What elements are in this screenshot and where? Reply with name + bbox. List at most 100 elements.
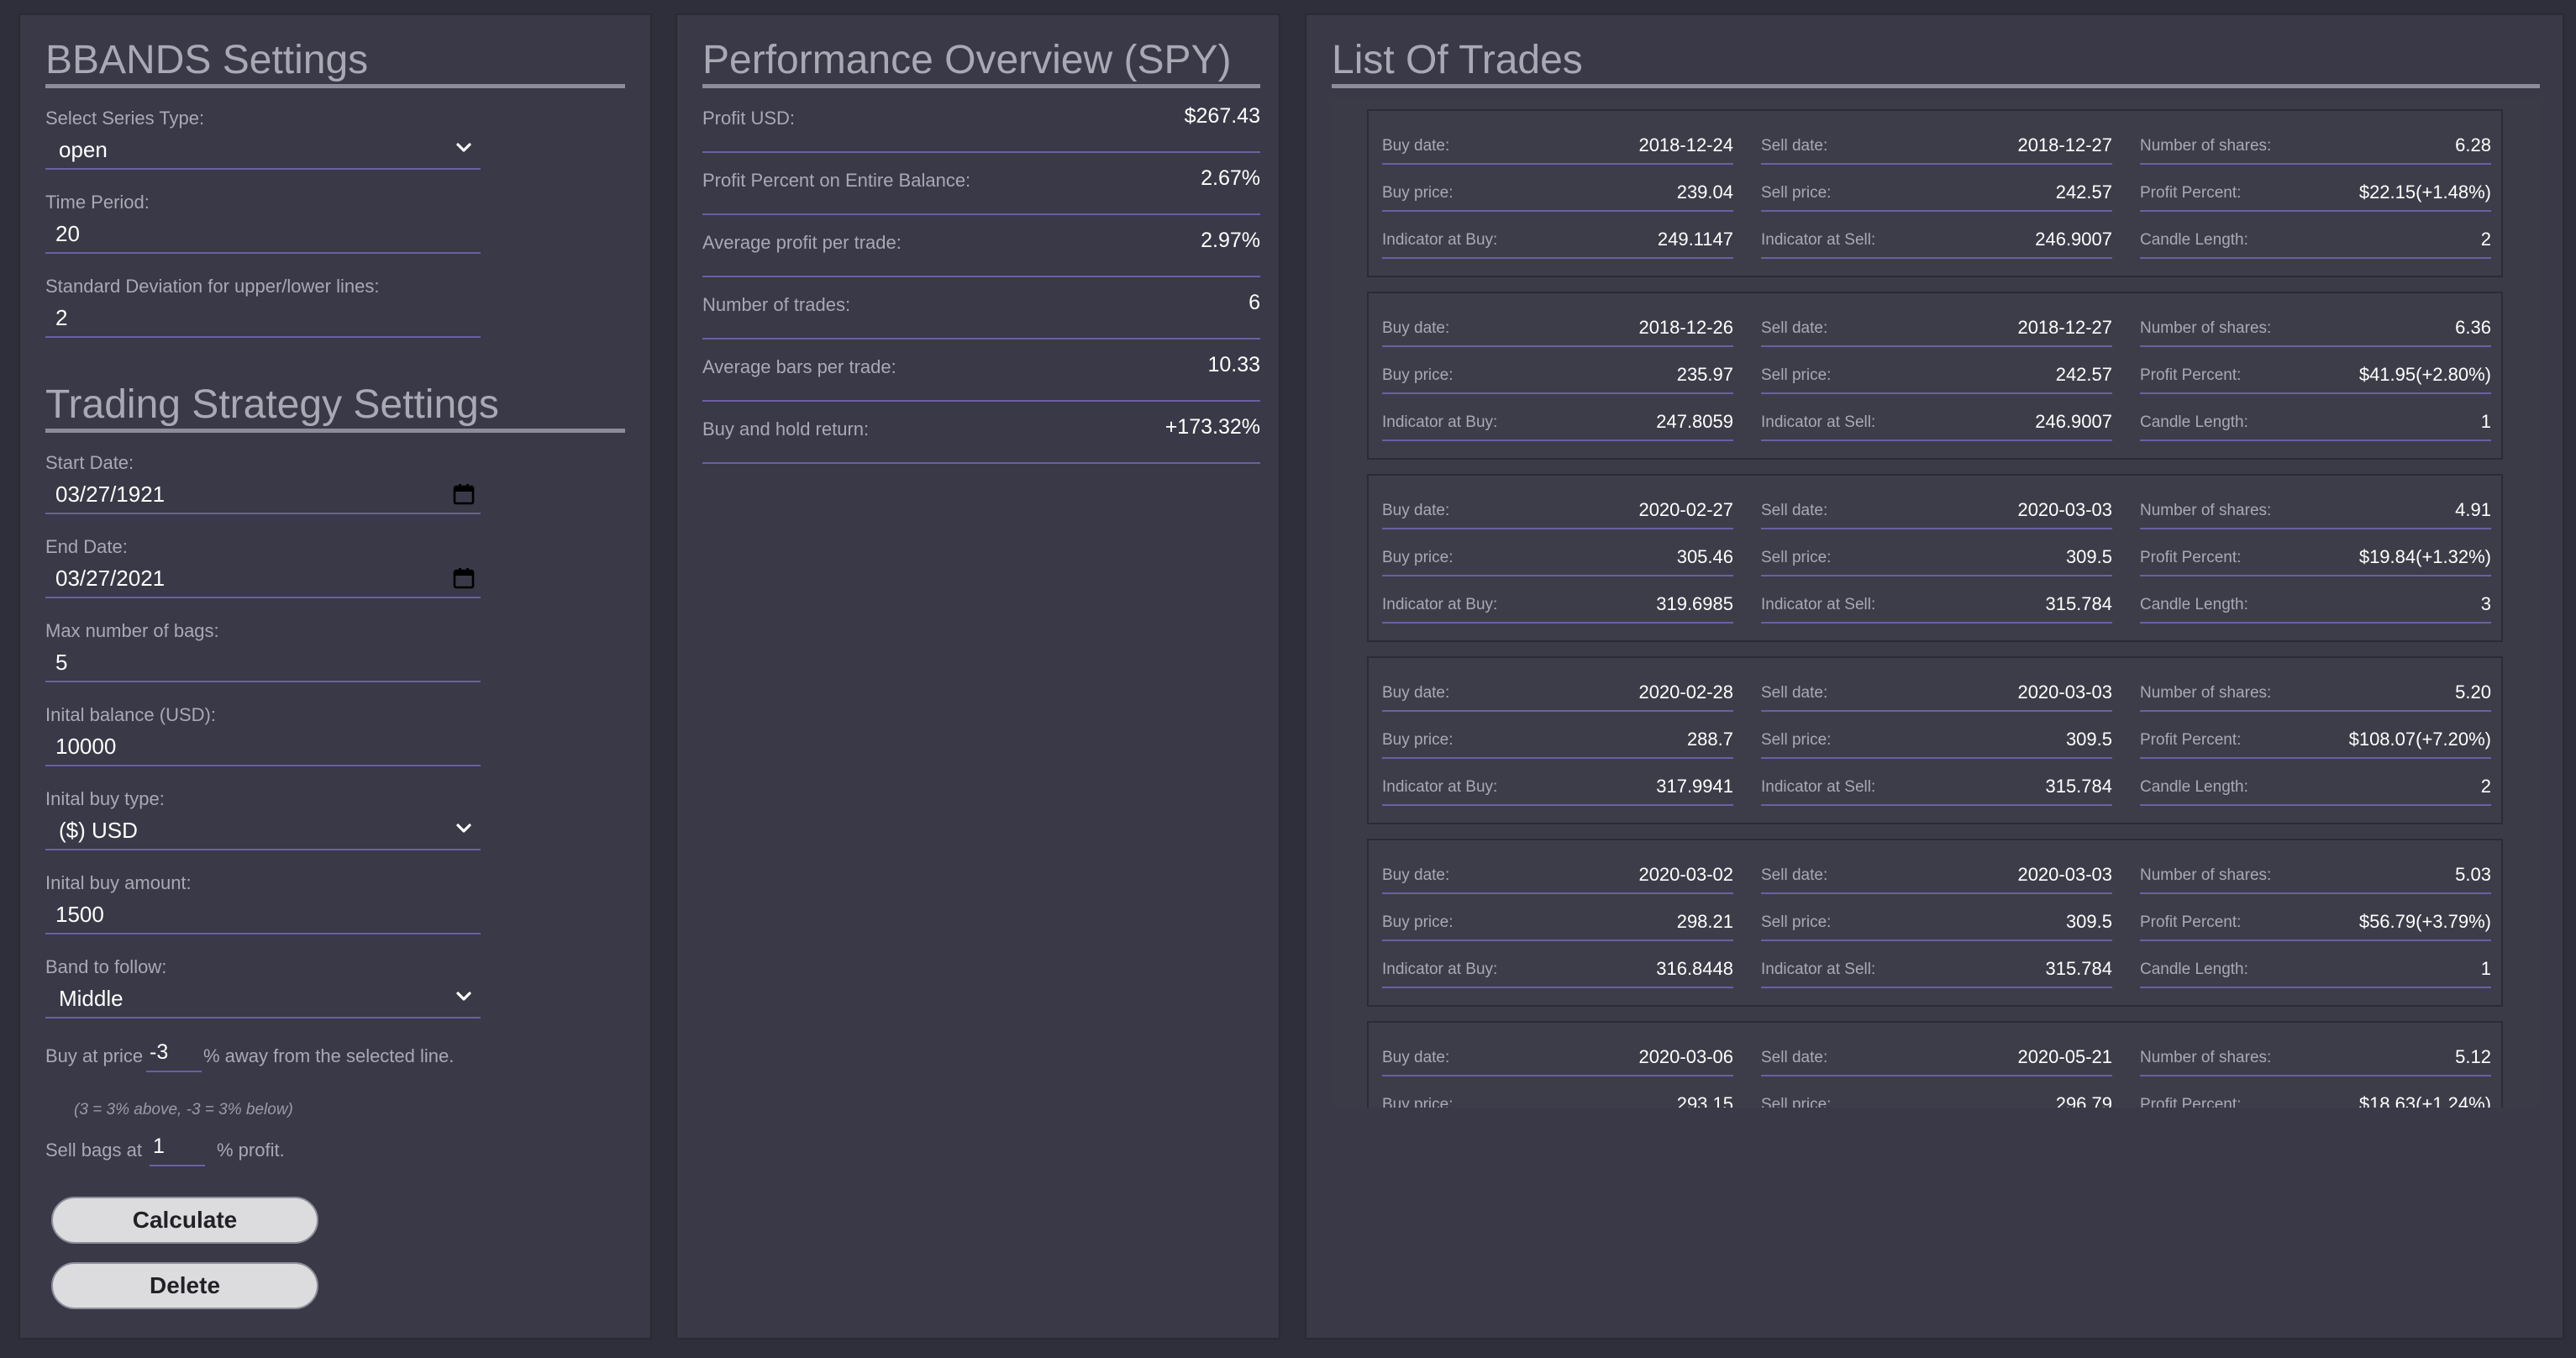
calendar-icon[interactable]: [452, 482, 476, 506]
buy-amount-value: 1500: [55, 902, 104, 927]
time-period-label: Time Period:: [45, 192, 150, 213]
delete-button[interactable]: Delete: [51, 1262, 318, 1309]
time-period-input[interactable]: 20: [45, 213, 481, 254]
buy-at-price-input[interactable]: -3: [146, 1035, 202, 1072]
trade-label: Candle Length:: [2140, 778, 2248, 796]
trade-value: 5.03: [2455, 864, 2491, 885]
series-type-select[interactable]: open: [45, 129, 481, 170]
performance-row: Number of trades: 6: [702, 277, 1260, 340]
trade-field-indicator-buy: Indicator at Buy: 247.8059: [1382, 401, 1733, 441]
trade-label: Sell date:: [1761, 1049, 1828, 1066]
trade-label: Sell price:: [1761, 731, 1832, 749]
trade-field-shares: Number of shares: 5.20: [2140, 671, 2491, 712]
trade-label: Sell price:: [1761, 184, 1832, 202]
sell-bags-suffix: % profit.: [217, 1140, 285, 1161]
performance-row: Profit USD: $267.43: [702, 91, 1260, 153]
trade-value: $19.84(+1.32%): [2358, 546, 2491, 567]
band-select[interactable]: Middle: [45, 978, 481, 1018]
trade-label: Number of shares:: [2140, 502, 2272, 519]
trade-field-buy-price: Buy price: 239.04: [1382, 171, 1733, 212]
trade-field-shares: Number of shares: 5.03: [2140, 854, 2491, 894]
title-divider: [45, 429, 625, 433]
performance-value: 10.33: [1207, 353, 1260, 376]
trade-field-sell-date: Sell date: 2020-03-03: [1761, 671, 2112, 712]
trade-value: 3: [2480, 593, 2491, 614]
sell-bags-value: 1: [153, 1134, 165, 1158]
trade-field-indicator-buy: Indicator at Buy: 249.1147: [1382, 218, 1733, 259]
trade-field-indicator-sell: Indicator at Sell: 246.9007: [1761, 401, 2112, 441]
trade-field-sell-date: Sell date: 2018-12-27: [1761, 124, 2112, 165]
initial-balance-input[interactable]: 10000: [45, 726, 481, 766]
trade-value: $108.07(+7.20%): [2348, 729, 2491, 750]
trade-value: $41.95(+2.80%): [2358, 364, 2491, 385]
trade-value: 2020-03-06: [1638, 1046, 1733, 1067]
trade-card: Buy date: 2020-03-02 Buy price: 298.21 Indic…: [1367, 839, 2503, 1007]
performance-value: 6: [1249, 291, 1260, 314]
trade-label: Indicator at Sell:: [1761, 778, 1876, 796]
trade-label: Sell date:: [1761, 502, 1828, 519]
trade-value: 4.91: [2455, 499, 2491, 520]
trade-field-candle-length: Candle Length: 1: [2140, 401, 2491, 441]
trade-value: 2018-12-27: [2017, 134, 2112, 155]
trade-field-buy-date: Buy date: 2018-12-26: [1382, 307, 1733, 347]
end-date-input[interactable]: 03/27/2021: [45, 558, 481, 598]
time-period-value: 20: [55, 221, 80, 246]
trade-label: Indicator at Buy:: [1382, 413, 1498, 431]
max-bags-input[interactable]: 5: [45, 642, 481, 682]
performance-overview-panel: Performance Overview (SPY) Profit USD: $2…: [676, 13, 1280, 1340]
trade-value: 6.36: [2455, 317, 2491, 338]
calculate-button[interactable]: Calculate: [51, 1197, 318, 1244]
trade-field-indicator-buy: Indicator at Buy: 319.6985: [1382, 583, 1733, 624]
trade-label: Candle Length:: [2140, 961, 2248, 978]
std-dev-label: Standard Deviation for upper/lower lines…: [45, 276, 380, 297]
max-bags-label: Max number of bags:: [45, 620, 219, 641]
trade-card: Buy date: 2020-02-28 Buy price: 288.7 Indica…: [1367, 656, 2503, 824]
std-dev-input[interactable]: 2: [45, 297, 481, 338]
trade-card: Buy date: 2020-02-27 Buy price: 305.46 Indic…: [1367, 474, 2503, 642]
trade-label: Number of shares:: [2140, 319, 2272, 337]
trade-field-candle-length: Candle Length: 2: [2140, 766, 2491, 806]
trade-label: Sell date:: [1761, 319, 1828, 337]
trade-value: 2020-03-03: [2017, 499, 2112, 520]
trade-label: Sell date:: [1761, 866, 1828, 884]
performance-title: Performance Overview (SPY): [702, 38, 1232, 82]
trade-value: $22.15(+1.48%): [2358, 182, 2491, 203]
trade-label: Candle Length:: [2140, 413, 2248, 431]
buy-type-value: ($) USD: [59, 818, 138, 843]
trade-label: Sell price:: [1761, 549, 1832, 566]
trade-value: 2020-02-28: [1638, 682, 1733, 703]
trades-list[interactable]: Buy date: 2018-12-24 Buy price: 239.04 Indic…: [1332, 99, 2540, 1108]
buy-at-price-label: Buy at price: [45, 1045, 144, 1066]
trade-value: 242.57: [2055, 182, 2112, 203]
sell-bags-input[interactable]: 1: [150, 1129, 205, 1166]
trade-field-sell-price: Sell price: 309.5: [1761, 536, 2112, 576]
performance-value: +173.32%: [1164, 415, 1260, 439]
end-date-value: 03/27/2021: [55, 566, 166, 591]
trade-field-sell-price: Sell price: 309.5: [1761, 901, 2112, 941]
trade-value: 309.5: [2065, 546, 2112, 567]
bbands-settings-panel: BBANDS Settings Select Series Type: open…: [18, 13, 652, 1340]
buy-at-price-value: -3: [150, 1040, 169, 1064]
performance-label: Average profit per trade:: [702, 232, 902, 253]
series-type-label: Select Series Type:: [45, 108, 205, 129]
trade-label: Profit Percent:: [2140, 731, 2242, 749]
start-date-input[interactable]: 03/27/1921: [45, 474, 481, 514]
trade-label: Buy date:: [1382, 502, 1450, 519]
buy-amount-input[interactable]: 1500: [45, 894, 481, 934]
trade-value: 288.7: [1686, 729, 1733, 750]
performance-value: 2.67%: [1201, 166, 1260, 190]
trade-label: Buy date:: [1382, 319, 1450, 337]
trade-value: 298.21: [1676, 911, 1733, 932]
buy-at-price-hint: (3 = 3% above, -3 = 3% below): [74, 1101, 293, 1119]
trades-panel: List Of Trades Buy date: 2018-12-24 Buy pr…: [1305, 13, 2564, 1340]
trade-field-sell-date: Sell date: 2020-03-03: [1761, 489, 2112, 529]
trade-label: Indicator at Buy:: [1382, 231, 1498, 249]
trade-value: 239.04: [1676, 182, 1733, 203]
trade-label: Number of shares:: [2140, 1049, 2272, 1066]
chevron-down-icon: [456, 143, 471, 152]
buy-at-price-suffix: % away from the selected line.: [203, 1045, 455, 1066]
trade-value: 5.12: [2455, 1046, 2491, 1067]
trade-label: Profit Percent:: [2140, 366, 2242, 384]
buy-type-select[interactable]: ($) USD: [45, 810, 481, 850]
calendar-icon[interactable]: [452, 566, 476, 590]
